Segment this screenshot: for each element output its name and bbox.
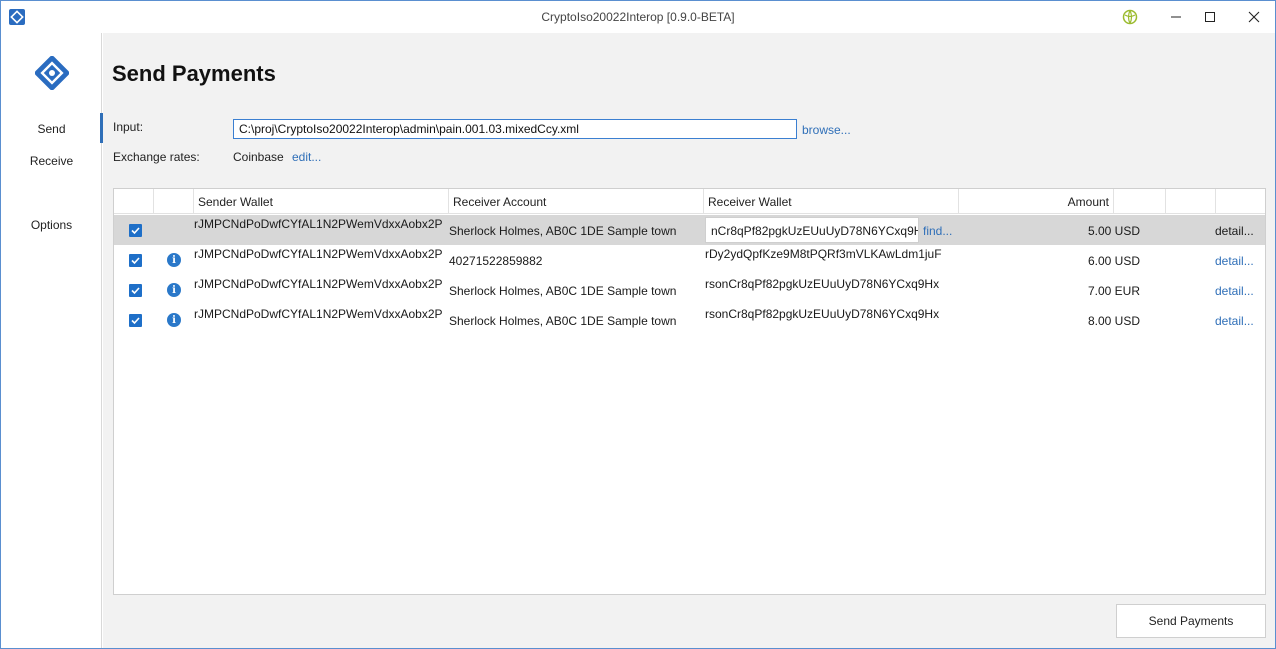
row-checkbox[interactable] (129, 224, 142, 237)
column-header-blank-1[interactable] (1114, 189, 1166, 214)
amount-value: 8.00 USD (1087, 314, 1140, 328)
amount-value: 6.00 USD (1087, 254, 1140, 268)
column-header-info[interactable] (154, 189, 194, 214)
check-icon (131, 227, 140, 235)
detail-link[interactable]: detail... (1215, 284, 1254, 298)
row-checkbox[interactable] (129, 254, 142, 267)
receiver-wallet: rsonCr8qPf82pgkUzEUuUyD78N6YCxq9Hx (705, 307, 940, 321)
check-icon (131, 287, 140, 295)
edit-rates-link[interactable]: edit... (292, 150, 321, 164)
maximize-icon[interactable] (1187, 1, 1233, 33)
browse-link[interactable]: browse... (802, 123, 851, 137)
app-logo-icon (35, 56, 69, 90)
receiver-wallet-input[interactable]: nCr8qPf82pgkUzEUuUyD78N6YCxq9Hx (705, 217, 919, 243)
column-header-amount[interactable]: Amount (959, 189, 1114, 214)
payments-table: Sender Wallet Receiver Account Receiver … (113, 188, 1266, 595)
receiver-wallet: rDy2ydQpfKze9M8tPQRf3mVLKAwLdm1juF (705, 247, 942, 261)
page-title: Send Payments (112, 61, 276, 86)
receiver-account: 40271522859882 (449, 254, 543, 268)
sidebar-item-send[interactable]: Send (1, 122, 102, 136)
row-checkbox[interactable] (129, 284, 142, 297)
info-icon[interactable]: i (167, 313, 181, 327)
globe-icon[interactable] (1107, 1, 1153, 33)
amount-value: 5.00 USD (1087, 224, 1140, 238)
row-checkbox[interactable] (129, 314, 142, 327)
column-header-sender-wallet[interactable]: Sender Wallet (194, 189, 449, 214)
column-header-receiver-wallet[interactable]: Receiver Wallet (704, 189, 959, 214)
sender-wallet: rJMPCNdPoDwfCYfAL1N2PWemVdxxAobx2P (194, 277, 443, 291)
receiver-account: Sherlock Holmes, AB0C 1DE Sample town (449, 224, 677, 238)
table-header: Sender Wallet Receiver Account Receiver … (114, 189, 1265, 214)
window-title: CryptoIso20022Interop [0.9.0-BETA] (541, 10, 735, 24)
input-file-field[interactable] (233, 119, 797, 139)
table-row[interactable]: i rJMPCNdPoDwfCYfAL1N2PWemVdxxAobx2P 402… (114, 245, 1265, 275)
table-row[interactable]: i rJMPCNdPoDwfCYfAL1N2PWemVdxxAobx2P She… (114, 275, 1265, 305)
sidebar-item-receive[interactable]: Receive (1, 154, 102, 168)
column-header-blank-3[interactable] (1216, 189, 1265, 214)
detail-link[interactable]: detail... (1215, 314, 1254, 328)
check-icon (131, 257, 140, 265)
detail-link[interactable]: detail... (1215, 254, 1254, 268)
find-link[interactable]: find... (923, 224, 952, 238)
app-window: CryptoIso20022Interop [0.9.0-BETA] Send … (0, 0, 1276, 649)
sender-wallet: rJMPCNdPoDwfCYfAL1N2PWemVdxxAobx2P (194, 247, 443, 261)
send-payments-button[interactable]: Send Payments (1116, 604, 1266, 638)
amount-value: 7.00 EUR (1087, 284, 1140, 298)
sender-wallet: rJMPCNdPoDwfCYfAL1N2PWemVdxxAobx2P (194, 217, 443, 231)
exchange-rates-value: Coinbase (233, 150, 284, 164)
receiver-account: Sherlock Holmes, AB0C 1DE Sample town (449, 314, 677, 328)
column-header-blank-2[interactable] (1166, 189, 1216, 214)
sidebar-item-options[interactable]: Options (1, 218, 102, 232)
close-icon[interactable] (1231, 1, 1276, 33)
receiver-account: Sherlock Holmes, AB0C 1DE Sample town (449, 284, 677, 298)
column-header-receiver-account[interactable]: Receiver Account (449, 189, 704, 214)
info-icon[interactable]: i (167, 283, 181, 297)
receiver-wallet: rsonCr8qPf82pgkUzEUuUyD78N6YCxq9Hx (705, 277, 940, 291)
detail-link[interactable]: detail... (1215, 224, 1254, 238)
table-row[interactable]: i rJMPCNdPoDwfCYfAL1N2PWemVdxxAobx2P She… (114, 305, 1265, 335)
main-content: Send Payments Input: browse... Exchange … (103, 33, 1275, 648)
input-label: Input: (113, 120, 144, 134)
title-bar: CryptoIso20022Interop [0.9.0-BETA] (1, 1, 1275, 33)
info-icon[interactable]: i (167, 253, 181, 267)
sender-wallet: rJMPCNdPoDwfCYfAL1N2PWemVdxxAobx2P (194, 307, 443, 321)
column-header-select[interactable] (114, 189, 154, 214)
exchange-rates-label: Exchange rates: (113, 150, 200, 164)
sidebar: Send Receive Options (1, 33, 103, 648)
check-icon (131, 317, 140, 325)
table-row[interactable]: rJMPCNdPoDwfCYfAL1N2PWemVdxxAobx2P Sherl… (114, 215, 1265, 245)
